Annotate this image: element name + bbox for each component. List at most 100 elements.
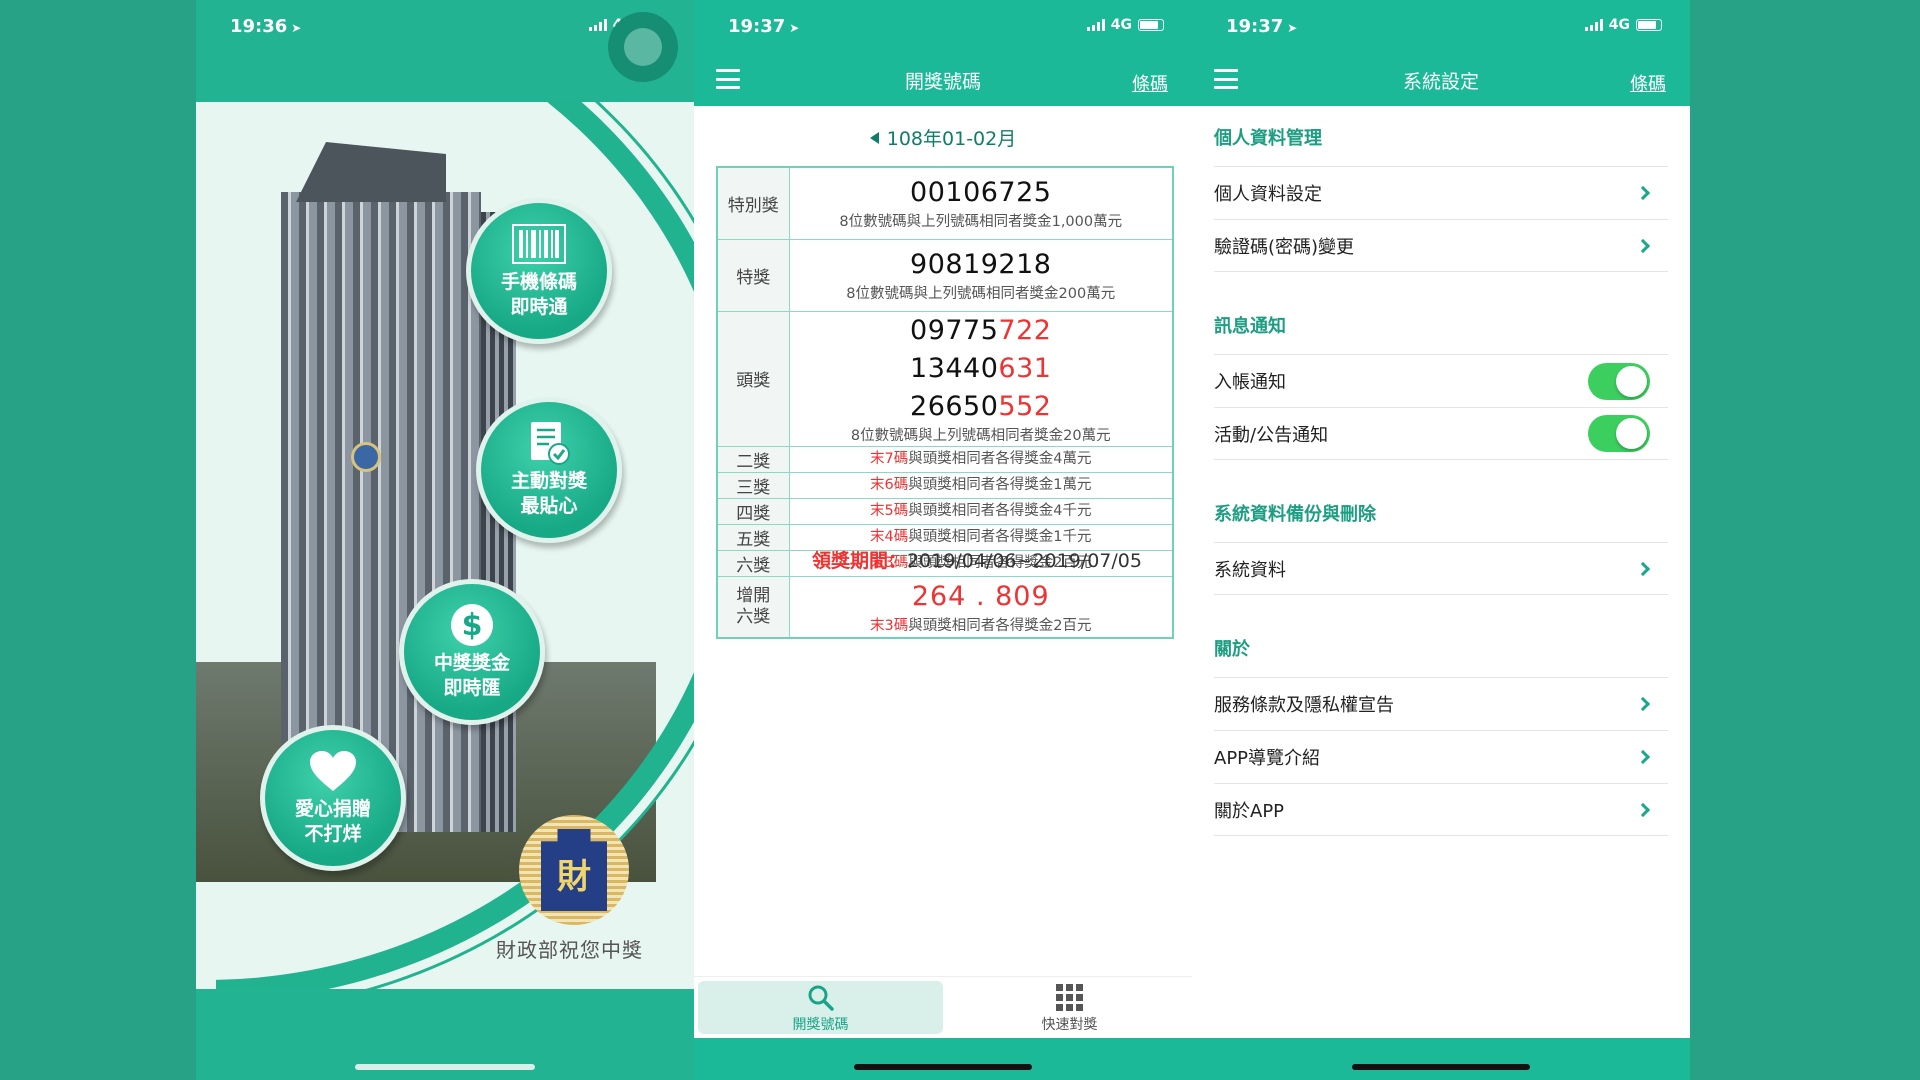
prize-label: 六獎 xyxy=(716,549,790,577)
table-row: 增開 六獎 264 . 809 末3碼與頭獎相同者各得獎金2百元 xyxy=(716,575,1174,639)
tab-label: 快速對獎 xyxy=(1041,1016,1098,1033)
dollar-icon: $ xyxy=(449,603,495,647)
row-label: 關於APP xyxy=(1214,800,1285,822)
chevron-right-icon xyxy=(1635,749,1651,765)
special-prize-number: 00106725 xyxy=(910,177,1052,209)
first-prize-number: 09775722 xyxy=(910,314,1052,346)
home-screen: 19:36➤ 4G 手機條碼 即時通 主動對獎 xyxy=(196,0,694,1080)
status-bar: 19:37 ➤ 4G xyxy=(694,0,1192,54)
chevron-right-icon xyxy=(1635,802,1651,817)
network-label: 4G xyxy=(1110,17,1132,33)
hamburger-menu-icon[interactable] xyxy=(1214,69,1238,89)
prize-note: 末3碼與頭獎相同者各得獎金2百元 xyxy=(870,617,1092,634)
tab-winning-numbers[interactable]: 開獎號碼 xyxy=(698,981,943,1034)
bubble-label: 即時通 xyxy=(510,296,568,318)
row-label: 活動/公告通知 xyxy=(1214,424,1329,446)
prize-note: 8位數號碼與上列號碼相同者獎金200萬元 xyxy=(846,286,1116,302)
heart-icon xyxy=(308,749,358,793)
settings-content: 個人資料管理 個人資料設定 驗證碼(密碼)變更 訊息通知 入帳通知 活動/公告通… xyxy=(1192,106,1690,1038)
table-row: 特獎 90819218 8位數號碼與上列號碼相同者獎金200萬元 xyxy=(716,238,1174,312)
period-label: 108年01-02月 xyxy=(886,128,1017,150)
winning-numbers-screen: 19:37 ➤ 4G 開獎號碼 條碼 108年01-02月 特別獎 0010672… xyxy=(694,0,1192,1080)
tab-quick-check[interactable]: 快速對獎 xyxy=(947,977,1192,1038)
tab-bar: 開獎號碼 快速對獎 xyxy=(694,976,1192,1038)
battery-icon xyxy=(1636,19,1662,31)
bubble-label: 愛心捐贈 xyxy=(294,798,371,820)
prize-note: 末5碼與頭獎相同者各得獎金4千元 xyxy=(788,497,1174,525)
chevron-right-icon xyxy=(1635,696,1651,712)
table-row: 頭獎 09775722 13440631 26650552 8位數號碼與上列號碼… xyxy=(716,310,1174,447)
settings-screen: 19:37 ➤ 4G 系統設定 條碼 個人資料管理 個人資料設定 驗證碼(密碼)變… xyxy=(1192,0,1690,1080)
row-label: 入帳通知 xyxy=(1214,372,1286,393)
prize-note: 末7碼與頭獎相同者各得獎金4萬元 xyxy=(788,445,1174,473)
row-personal-info[interactable]: 個人資料設定 xyxy=(1214,166,1668,219)
bubble-label: 中獎獎金 xyxy=(433,652,510,674)
row-about-app[interactable]: 關於APP xyxy=(1214,783,1668,836)
ministry-of-finance-logo: 財 xyxy=(519,815,629,925)
chevron-right-icon xyxy=(1635,561,1651,576)
deposit-notification-toggle[interactable] xyxy=(1588,362,1650,400)
signal-icon xyxy=(1584,19,1603,31)
winning-numbers-content: 108年01-02月 特別獎 00106725 8位數號碼與上列號碼相同者獎金1… xyxy=(694,106,1192,1038)
extra-sixth-prize-numbers: 264 . 809 xyxy=(911,580,1050,612)
row-app-tour[interactable]: APP導覽介紹 xyxy=(1214,730,1668,783)
status-time: 19:37 ➤ xyxy=(728,16,800,37)
status-time: 19:36 ➤ xyxy=(230,16,302,37)
battery-icon xyxy=(1138,19,1164,31)
bubble-label: 主動對獎 xyxy=(510,470,587,492)
period-selector[interactable]: 108年01-02月 xyxy=(694,124,1192,151)
prize-label: 特獎 xyxy=(716,238,790,312)
row-system-data[interactable]: 系統資料 xyxy=(1214,542,1668,595)
location-arrow-icon: ➤ xyxy=(789,21,800,35)
prize-transfer-button[interactable]: $ 中獎獎金 即時匯 xyxy=(399,579,545,725)
location-arrow-icon: ➤ xyxy=(1287,21,1298,35)
barcode-link[interactable]: 條碼 xyxy=(1630,70,1666,96)
row-change-password[interactable]: 驗證碼(密碼)變更 xyxy=(1214,219,1668,272)
row-label: 個人資料設定 xyxy=(1214,184,1322,205)
prize-label: 頭獎 xyxy=(716,310,790,447)
row-label: 驗證碼(密碼)變更 xyxy=(1214,236,1355,258)
svg-text:$: $ xyxy=(462,608,483,643)
prize-label: 增開 六獎 xyxy=(716,575,790,639)
first-prize-number: 26650552 xyxy=(910,390,1052,422)
section-title: 訊息通知 xyxy=(1214,316,1286,337)
row-terms-privacy[interactable]: 服務條款及隱私權宣告 xyxy=(1214,677,1668,730)
first-prize-number: 13440631 xyxy=(910,352,1052,384)
settings-list: 個人資料管理 個人資料設定 驗證碼(密碼)變更 訊息通知 入帳通知 活動/公告通… xyxy=(1214,106,1668,836)
claim-period: 領獎期間：2019/04/06~2019/07/05 xyxy=(812,550,1142,572)
prize-label: 三獎 xyxy=(716,471,790,499)
charity-donation-button[interactable]: 愛心捐贈 不打烊 xyxy=(260,725,406,871)
chevron-right-icon xyxy=(1635,185,1651,201)
bubble-label: 即時匯 xyxy=(443,677,501,699)
signal-icon xyxy=(1086,19,1105,31)
section-title: 系統資料備份與刪除 xyxy=(1214,504,1376,525)
event-notification-toggle[interactable] xyxy=(1588,415,1650,452)
nav-bar: 系統設定 條碼 xyxy=(1192,54,1690,106)
nav-bar: 開獎號碼 條碼 xyxy=(694,54,1192,106)
home-indicator xyxy=(854,1064,1032,1070)
bubble-label: 最貼心 xyxy=(520,495,578,517)
mobile-barcode-button[interactable]: 手機條碼 即時通 xyxy=(466,198,612,344)
barcode-icon xyxy=(511,222,567,266)
prize-label: 五獎 xyxy=(716,523,790,551)
home-indicator xyxy=(1352,1064,1530,1070)
prize-label: 二獎 xyxy=(716,445,790,473)
location-arrow-icon: ➤ xyxy=(291,21,302,35)
table-row: 四獎 末5碼與頭獎相同者各得獎金4千元 xyxy=(716,497,1174,525)
signal-icon xyxy=(588,19,607,31)
tab-label: 開獎號碼 xyxy=(792,1016,849,1033)
previous-period-icon[interactable] xyxy=(869,132,879,144)
barcode-link[interactable]: 條碼 xyxy=(1132,70,1168,96)
prize-note: 8位數號碼與上列號碼相同者獎金20萬元 xyxy=(850,427,1111,444)
bubble-label: 不打烊 xyxy=(304,823,362,845)
row-label: 系統資料 xyxy=(1214,559,1286,581)
search-icon xyxy=(807,982,835,1014)
hamburger-menu-icon[interactable] xyxy=(716,69,740,89)
auto-check-button[interactable]: 主動對獎 最貼心 xyxy=(476,397,622,543)
footer-slogan: 財政部祝您中獎 xyxy=(496,938,643,962)
page-title: 開獎號碼 xyxy=(904,70,981,93)
prize-label: 特別獎 xyxy=(716,166,790,240)
assistive-touch-button[interactable] xyxy=(608,12,678,82)
row-deposit-notification: 入帳通知 xyxy=(1214,354,1668,407)
checklist-icon xyxy=(527,421,571,465)
